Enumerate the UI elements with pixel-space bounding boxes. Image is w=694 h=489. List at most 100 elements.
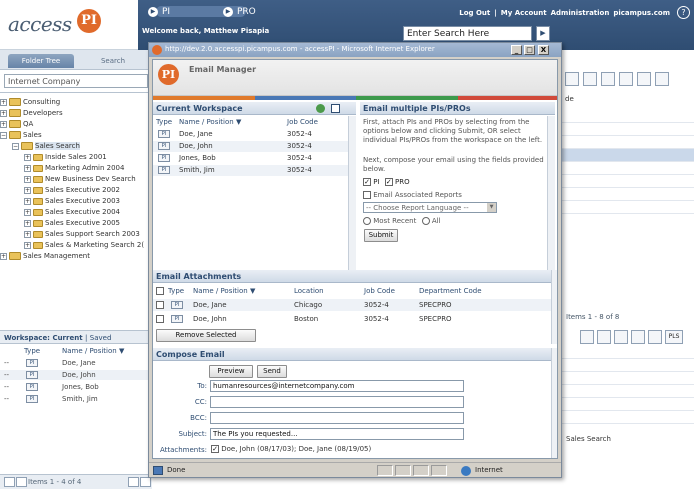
save-icon[interactable] <box>637 72 651 86</box>
workspace-grid-row[interactable]: PI Smith, Jim 3052-4 <box>153 165 348 176</box>
workspace-grid-row[interactable]: PI Doe, John 3052-4 <box>153 141 348 152</box>
tab-search[interactable]: Search <box>80 54 146 68</box>
results-row[interactable] <box>562 201 694 214</box>
tree-item-sales-exec-2003[interactable]: + Sales Executive 2003 <box>24 196 120 206</box>
workspace-saved-link[interactable]: Saved <box>90 334 112 342</box>
report-icon[interactable] <box>601 72 615 86</box>
expand-icon[interactable]: + <box>0 109 7 117</box>
col-type[interactable]: Type <box>168 287 184 295</box>
copy-icon[interactable] <box>583 72 597 86</box>
help-icon[interactable]: ? <box>677 6 690 19</box>
tree-item-sales[interactable]: − Sales <box>0 130 42 140</box>
col-name[interactable]: Name / Position ▼ <box>193 287 255 295</box>
col-department[interactable]: Department Code <box>419 287 482 295</box>
expand-icon[interactable]: + <box>0 98 7 106</box>
pro-checkbox[interactable]: ✓ <box>384 178 393 186</box>
expand-icon[interactable]: + <box>24 219 31 227</box>
most-recent-radio[interactable] <box>363 217 371 225</box>
workspace-grid-row[interactable]: PI Jones, Bob 3052-4 <box>153 153 348 164</box>
last-page-icon[interactable] <box>140 477 151 487</box>
col-location[interactable]: Location <box>294 287 324 295</box>
send-button[interactable]: Send <box>257 365 287 378</box>
refresh-icon[interactable] <box>316 104 325 113</box>
results-row-selected[interactable] <box>562 149 694 162</box>
workspace-row[interactable]: -- PI Jones, Bob <box>0 382 150 392</box>
preview-button[interactable]: Preview <box>209 365 253 378</box>
tree-item-sales-support-2003[interactable]: + Sales Support Search 2003 <box>24 229 140 239</box>
save-icon[interactable] <box>597 330 611 344</box>
print-icon[interactable] <box>619 72 633 86</box>
remove-selected-button[interactable]: Remove Selected <box>156 329 256 342</box>
list-view-icon[interactable] <box>565 72 579 86</box>
cc-field[interactable] <box>210 396 464 408</box>
search-go-button[interactable]: ▶ <box>536 26 550 41</box>
tree-item-sales-exec-2002[interactable]: + Sales Executive 2002 <box>24 185 120 195</box>
bcc-field[interactable] <box>210 412 464 424</box>
tree-item-qa[interactable]: + QA <box>0 119 33 129</box>
results-row[interactable] <box>562 385 694 398</box>
pi-checkbox[interactable]: ✓ <box>363 178 371 186</box>
submit-button[interactable]: Submit <box>364 229 398 242</box>
pi-toggle[interactable]: ▶ PI <box>148 5 170 19</box>
results-row[interactable] <box>562 372 694 385</box>
top-search-input[interactable]: Enter Search Here <box>403 26 532 41</box>
col-name[interactable]: Name / Position ▼ <box>62 347 124 355</box>
col-type[interactable]: Type <box>156 118 172 126</box>
attachment-row[interactable]: PI Doe, John Boston 3052-4 SPECPRO <box>153 313 551 325</box>
brand-logo[interactable]: access PI <box>0 0 138 50</box>
row-checkbox[interactable] <box>156 301 164 309</box>
collapse-icon[interactable]: − <box>12 142 19 150</box>
expand-icon[interactable]: + <box>24 208 31 216</box>
attachment-row[interactable]: PI Doe, Jane Chicago 3052-4 SPECPRO <box>153 299 551 311</box>
results-row[interactable] <box>562 188 694 201</box>
expand-icon[interactable]: + <box>24 164 31 172</box>
window-title-bar[interactable]: http://dev.2.0.accesspi.picampus.com - a… <box>149 43 561 57</box>
expand-icon[interactable]: + <box>24 230 31 238</box>
picampus-link[interactable]: picampus.com <box>613 9 670 17</box>
minimize-button[interactable]: _ <box>511 45 522 55</box>
logout-link[interactable]: Log Out <box>459 9 490 17</box>
expand-icon[interactable]: + <box>24 153 31 161</box>
results-row[interactable] <box>562 175 694 188</box>
chevron-down-icon[interactable]: ▼ <box>487 203 496 212</box>
close-button[interactable]: X <box>538 45 549 55</box>
prev-page-icon[interactable] <box>16 477 27 487</box>
tree-item-consulting[interactable]: + Consulting <box>0 97 60 107</box>
all-radio[interactable] <box>421 217 430 225</box>
pls-button[interactable]: PLS <box>665 330 683 344</box>
language-select[interactable]: -- Choose Report Language -- ▼ <box>363 202 497 213</box>
tree-item-sales-management[interactable]: + Sales Management <box>0 251 90 261</box>
collapse-icon[interactable]: − <box>0 131 7 139</box>
results-row[interactable] <box>562 346 694 359</box>
select-all-checkbox[interactable] <box>156 287 164 295</box>
results-row[interactable] <box>562 136 694 149</box>
tree-item-sales-exec-2005[interactable]: + Sales Executive 2005 <box>24 218 120 228</box>
workspace-row[interactable]: -- PI Doe, John <box>0 370 150 380</box>
window-icon[interactable] <box>648 330 662 344</box>
results-row[interactable] <box>562 162 694 175</box>
pro-toggle[interactable]: ▶ PRO <box>223 5 256 19</box>
workspace-row[interactable]: -- PI Doe, Jane <box>0 358 150 368</box>
expand-icon[interactable]: + <box>24 175 31 183</box>
col-job[interactable]: Job Code <box>287 118 318 126</box>
expand-icon[interactable]: + <box>24 186 31 194</box>
tab-folder-tree[interactable]: Folder Tree <box>8 54 74 68</box>
col-job[interactable]: Job Code <box>364 287 395 295</box>
add-icon[interactable] <box>331 104 340 113</box>
workspace-row[interactable]: -- PI Smith, Jim <box>0 394 150 404</box>
to-field[interactable]: humanresources@internetcompany.com <box>210 380 464 392</box>
tree-item-sales-search[interactable]: − Sales Search <box>12 141 80 151</box>
tree-item-new-business-dev[interactable]: + New Business Dev Search <box>24 174 136 184</box>
results-column-header[interactable]: de <box>565 95 694 105</box>
expand-icon[interactable]: + <box>0 120 7 128</box>
expand-icon[interactable]: + <box>24 241 31 249</box>
next-page-icon[interactable] <box>128 477 139 487</box>
col-name[interactable]: Name / Position ▼ <box>179 118 241 126</box>
print-icon[interactable] <box>580 330 594 344</box>
report-icon[interactable] <box>631 330 645 344</box>
attachments-scrollbar[interactable] <box>551 270 557 344</box>
attachments-checkbox[interactable]: ✓ <box>211 445 219 453</box>
maximize-button[interactable]: □ <box>524 45 535 55</box>
expand-icon[interactable]: + <box>24 197 31 205</box>
administration-link[interactable]: Administration <box>551 9 610 17</box>
